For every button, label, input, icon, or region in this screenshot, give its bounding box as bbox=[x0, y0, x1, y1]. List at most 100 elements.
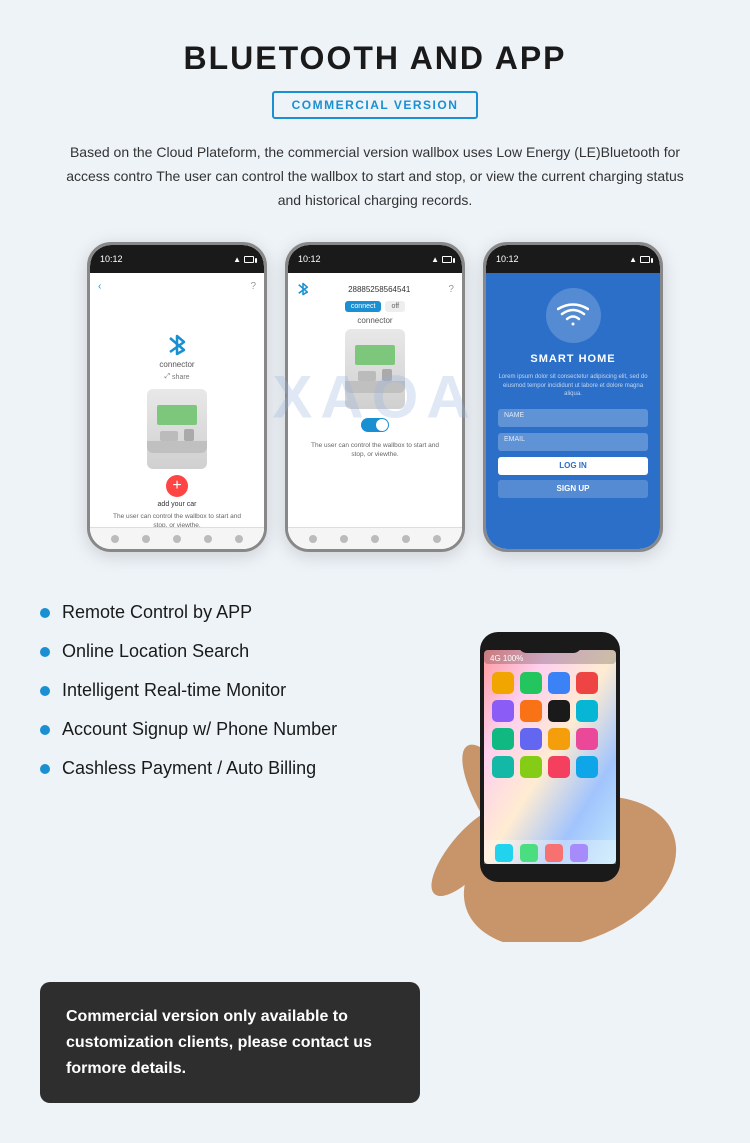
bullet-2 bbox=[40, 686, 50, 696]
charger-screen-1 bbox=[157, 405, 197, 425]
feature-text-1: Online Location Search bbox=[62, 641, 249, 662]
nav-dot-2-2 bbox=[340, 535, 348, 543]
share-text-1: share bbox=[172, 374, 190, 381]
toggle-switch-2[interactable] bbox=[361, 418, 389, 432]
charger-image-2 bbox=[345, 329, 405, 409]
nav-dot-1 bbox=[111, 535, 119, 543]
phone-time-1: 10:12 bbox=[100, 254, 123, 264]
smart-name-input[interactable]: NAME bbox=[498, 409, 648, 427]
off-button[interactable]: off bbox=[385, 301, 405, 312]
features-section: Remote Control by APP Online Location Se… bbox=[40, 592, 710, 952]
phone-body-1: ‹ ?  connector ⤢ share bbox=[90, 273, 264, 549]
feature-item-4: Cashless Payment / Auto Billing bbox=[40, 758, 370, 779]
feature-item-0: Remote Control by APP bbox=[40, 602, 370, 623]
bluetooth-icon-2 bbox=[296, 281, 310, 297]
feature-text-3: Account Signup w/ Phone Number bbox=[62, 719, 337, 740]
feature-text-0: Remote Control by APP bbox=[62, 602, 252, 623]
charger-base-2 bbox=[345, 381, 405, 393]
smart-home-desc: Lorem ipsum dolor sit consectetur adipis… bbox=[498, 373, 648, 398]
connector-label-1: connector bbox=[159, 360, 194, 369]
phones-row: 10:12 ▲ ‹ ?  connector bbox=[40, 242, 710, 552]
control-buttons: connect off bbox=[345, 301, 405, 312]
feature-item-1: Online Location Search bbox=[40, 641, 370, 662]
phone-desc-text-2: The user can control the wallbox to star… bbox=[310, 441, 440, 459]
phone-bottom-nav-1 bbox=[90, 527, 264, 549]
phone-notch-3: 10:12 ▲ bbox=[486, 245, 660, 273]
nav-dot-5 bbox=[235, 535, 243, 543]
charger-handle-2 bbox=[382, 369, 392, 381]
charger-image-1 bbox=[147, 389, 207, 469]
back-arrow-1: ‹ bbox=[98, 281, 101, 292]
phone-status-3: ▲ bbox=[629, 255, 650, 264]
feature-item-3: Account Signup w/ Phone Number bbox=[40, 719, 370, 740]
phone-mockup-2: 10:12 ▲ 28885258564541 ? connect off bbox=[285, 242, 465, 552]
nav-dot-2-3 bbox=[371, 535, 379, 543]
smart-login-button[interactable]: LOG IN bbox=[498, 457, 648, 475]
nav-dot-3 bbox=[173, 535, 181, 543]
phone-hand-svg: 4G 100% bbox=[370, 572, 690, 942]
phone-header-row-1: ‹ ? bbox=[98, 281, 256, 292]
notice-box: Commercial version only available to cus… bbox=[40, 982, 420, 1103]
connector-label-2: connector bbox=[357, 316, 392, 325]
help-icon-1: ? bbox=[250, 281, 256, 292]
smart-email-input[interactable]: EMAIL bbox=[498, 433, 648, 451]
bluetooth-symbol-1 bbox=[166, 332, 188, 358]
features-list: Remote Control by APP Online Location Se… bbox=[40, 592, 370, 952]
feature-text-2: Intelligent Real-time Monitor bbox=[62, 680, 286, 701]
phone-body-2: 28885258564541 ? connect off connector bbox=[288, 273, 462, 549]
wifi-icon-3: ▲ bbox=[629, 255, 637, 264]
charger-bottom-2 bbox=[358, 369, 392, 381]
nav-dot-2-5 bbox=[433, 535, 441, 543]
help-icon-2: ? bbox=[448, 284, 454, 295]
badge-wrapper: COMMERCIAL VERSION bbox=[40, 91, 710, 119]
add-car-text-1: add your car bbox=[158, 501, 197, 508]
phone-hand-container: 4G 100% bbox=[370, 572, 710, 952]
add-car-button-1[interactable]: + bbox=[166, 475, 188, 497]
phone-notch-1: 10:12 ▲ bbox=[90, 245, 264, 273]
bullet-0 bbox=[40, 608, 50, 618]
share-icon-1: ⤢ bbox=[164, 373, 170, 381]
battery-icon-2 bbox=[442, 256, 452, 263]
wifi-symbol-large bbox=[557, 302, 589, 330]
phone-time-2: 10:12 bbox=[298, 254, 321, 264]
notice-text: Commercial version only available to cus… bbox=[66, 1004, 394, 1081]
connect-button[interactable]: connect bbox=[345, 301, 382, 312]
charger-handle-1 bbox=[184, 429, 194, 441]
wifi-icon-1: ▲ bbox=[233, 255, 241, 264]
feature-text-4: Cashless Payment / Auto Billing bbox=[62, 758, 316, 779]
bullet-3 bbox=[40, 725, 50, 735]
bullet-4 bbox=[40, 764, 50, 774]
battery-icon-3 bbox=[640, 256, 650, 263]
nav-dot-2-4 bbox=[402, 535, 410, 543]
charger-part-1 bbox=[160, 431, 178, 441]
nav-dot-2 bbox=[142, 535, 150, 543]
nav-dot-4 bbox=[204, 535, 212, 543]
phone2-header: 28885258564541 ? bbox=[296, 281, 454, 297]
feature-item-2: Intelligent Real-time Monitor bbox=[40, 680, 370, 701]
wifi-logo-big bbox=[546, 288, 601, 343]
phone-status-2: ▲ bbox=[431, 255, 452, 264]
phone-bottom-nav-2 bbox=[288, 527, 462, 549]
charger-part-2 bbox=[358, 371, 376, 381]
nav-dot-2-1 bbox=[309, 535, 317, 543]
smart-signup-button[interactable]: SIGN UP bbox=[498, 480, 648, 498]
charger-base-1 bbox=[147, 441, 207, 453]
charger-screen-2 bbox=[355, 345, 395, 365]
phone3-body: SMART HOME Lorem ipsum dolor sit consect… bbox=[486, 273, 660, 549]
smart-home-title: SMART HOME bbox=[530, 353, 615, 365]
version-badge: COMMERCIAL VERSION bbox=[272, 91, 479, 119]
share-row-1: ⤢ share bbox=[164, 373, 189, 381]
device-id: 28885258564541 bbox=[348, 285, 410, 294]
toggle-knob-2 bbox=[376, 419, 388, 431]
charger-bottom-1 bbox=[160, 429, 194, 441]
wifi-icon-2: ▲ bbox=[431, 255, 439, 264]
phone-notch-2: 10:12 ▲ bbox=[288, 245, 462, 273]
phone-mockup-1: 10:12 ▲ ‹ ?  connector bbox=[87, 242, 267, 552]
description-text: Based on the Cloud Plateform, the commer… bbox=[65, 141, 685, 212]
bullet-1 bbox=[40, 647, 50, 657]
phone-mockup-3: 10:12 ▲ SMART HOME Lorem ipsum dolor si bbox=[483, 242, 663, 552]
svg-text:4G 100%: 4G 100% bbox=[490, 654, 523, 663]
battery-icon-1 bbox=[244, 256, 254, 263]
phone-time-3: 10:12 bbox=[496, 254, 519, 264]
page-title: BLUETOOTH AND APP bbox=[40, 40, 710, 77]
